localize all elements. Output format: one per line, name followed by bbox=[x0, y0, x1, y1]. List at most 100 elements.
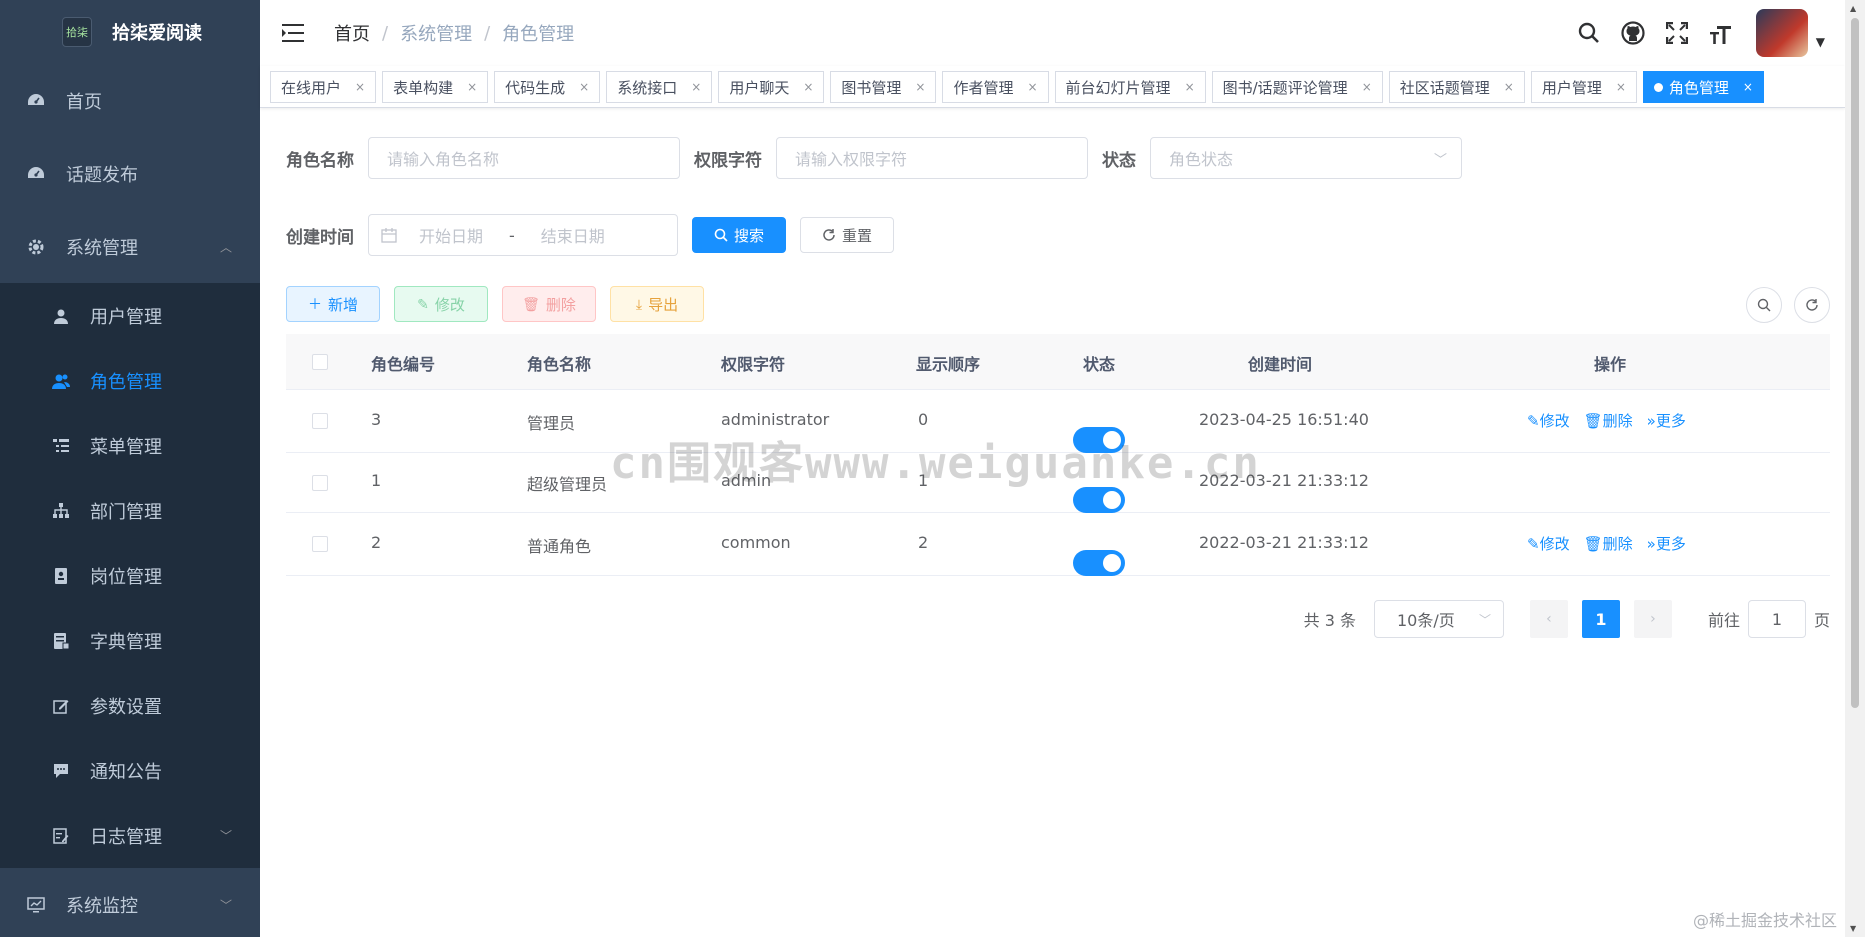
sidebar-item-menu-management[interactable]: 菜单管理 bbox=[0, 413, 260, 478]
breadcrumb-home[interactable]: 首页 bbox=[334, 20, 370, 46]
caret-down-icon[interactable]: ▼ bbox=[1816, 35, 1825, 49]
scroll-down-icon[interactable]: ▼ bbox=[1850, 924, 1856, 933]
status-select[interactable]: 角色状态 ﹀ bbox=[1150, 137, 1462, 179]
status-switch[interactable] bbox=[1073, 427, 1125, 453]
tag-author-management[interactable]: 作者管理 × bbox=[942, 71, 1049, 103]
tag-form-build[interactable]: 表单构建 × bbox=[382, 71, 489, 103]
start-date-placeholder[interactable]: 开始日期 bbox=[419, 223, 483, 247]
column-header: 创建时间 bbox=[1248, 355, 1313, 374]
goto-page-input[interactable]: 1 bbox=[1747, 600, 1806, 638]
close-icon[interactable]: × bbox=[803, 80, 813, 94]
close-icon[interactable]: × bbox=[1185, 80, 1195, 94]
close-icon[interactable]: × bbox=[579, 80, 589, 94]
tag-book-management[interactable]: 图书管理 × bbox=[830, 71, 937, 103]
page-scrollbar[interactable]: ▲ ▼ bbox=[1845, 0, 1865, 937]
select-all-checkbox[interactable] bbox=[312, 354, 328, 370]
sidebar-item-role-management[interactable]: 角色管理 bbox=[0, 348, 260, 413]
close-icon[interactable]: × bbox=[691, 80, 701, 94]
close-icon[interactable]: × bbox=[915, 80, 925, 94]
tag-user-chat[interactable]: 用户聊天 × bbox=[718, 71, 825, 103]
row-delete-link[interactable]: 🗑删除 bbox=[1584, 535, 1633, 553]
tag-code-gen[interactable]: 代码生成 × bbox=[494, 71, 601, 103]
role-key-input[interactable]: 请输入权限字符 bbox=[776, 137, 1088, 179]
toggle-search-button[interactable] bbox=[1746, 287, 1782, 323]
github-icon[interactable] bbox=[1620, 20, 1646, 46]
search-icon[interactable] bbox=[1576, 20, 1602, 46]
search-button-label: 搜索 bbox=[733, 227, 764, 245]
close-icon[interactable]: × bbox=[1616, 80, 1626, 94]
row-checkbox[interactable] bbox=[312, 536, 328, 552]
row-checkbox[interactable] bbox=[312, 475, 328, 491]
prev-page-button[interactable]: ‹ bbox=[1529, 600, 1568, 638]
font-size-icon[interactable] bbox=[1708, 20, 1734, 46]
add-button[interactable]: ＋ 新增 bbox=[286, 286, 380, 322]
tag-system-api[interactable]: 系统接口 × bbox=[606, 71, 713, 103]
close-icon[interactable]: × bbox=[1743, 80, 1753, 94]
close-icon[interactable]: × bbox=[1027, 80, 1037, 94]
row-edit-link[interactable]: ✎修改 bbox=[1527, 412, 1570, 430]
page-number-current[interactable]: 1 bbox=[1581, 600, 1620, 638]
delete-button[interactable]: 🗑 删除 bbox=[502, 286, 596, 322]
role-key-label: 权限字符 bbox=[694, 150, 762, 171]
reset-button[interactable]: 重置 bbox=[800, 217, 894, 253]
tag-slideshow-management[interactable]: 前台幻灯片管理 × bbox=[1054, 71, 1206, 103]
tag-label: 前台幻灯片管理 bbox=[1065, 78, 1171, 97]
scrollbar-thumb[interactable] bbox=[1851, 18, 1859, 708]
role-name-input[interactable]: 请输入角色名称 bbox=[368, 137, 680, 179]
table-row[interactable]: 2 普通角色 common 2 2022-03-21 21:33:12 ✎修改 🗑… bbox=[286, 513, 1830, 576]
avatar[interactable] bbox=[1755, 9, 1808, 57]
hamburger-icon[interactable] bbox=[282, 24, 304, 42]
row-more-link[interactable]: »更多 bbox=[1647, 412, 1686, 430]
tag-comment-management[interactable]: 图书/话题评论管理 × bbox=[1211, 71, 1383, 103]
status-switch[interactable] bbox=[1073, 550, 1125, 576]
sidebar-item-log-management[interactable]: 日志管理 ﹀ bbox=[0, 803, 260, 868]
edit-button[interactable]: ✎ 修改 bbox=[394, 286, 488, 322]
fullscreen-icon[interactable] bbox=[1664, 20, 1690, 46]
end-date-placeholder[interactable]: 结束日期 bbox=[541, 223, 605, 247]
close-icon[interactable]: × bbox=[1362, 80, 1372, 94]
close-icon[interactable]: × bbox=[355, 80, 365, 94]
sidebar-item-post-management[interactable]: 岗位管理 bbox=[0, 543, 260, 608]
cell-sort: 1 bbox=[918, 471, 929, 490]
cell-role-key: common bbox=[721, 533, 791, 552]
sidebar-item-dept-management[interactable]: 部门管理 bbox=[0, 478, 260, 543]
row-checkbox[interactable] bbox=[312, 413, 328, 429]
sidebar-item-config[interactable]: 参数设置 bbox=[0, 673, 260, 738]
search-button[interactable]: 搜索 bbox=[692, 217, 786, 253]
export-button-label: 导出 bbox=[648, 296, 679, 314]
tree-icon bbox=[52, 502, 70, 520]
tag-online-users[interactable]: 在线用户 × bbox=[270, 71, 377, 103]
page-size-select[interactable]: 10条/页 ﹀ bbox=[1373, 600, 1504, 638]
tag-role-management[interactable]: 角色管理 × bbox=[1642, 71, 1764, 103]
status-switch[interactable] bbox=[1073, 486, 1125, 513]
next-page-button[interactable]: › bbox=[1633, 600, 1672, 638]
sidebar-item-monitor[interactable]: 系统监控 ﹀ bbox=[0, 868, 260, 937]
row-delete-link[interactable]: 🗑删除 bbox=[1584, 412, 1633, 430]
sidebar-item-dict-management[interactable]: 字典管理 bbox=[0, 608, 260, 673]
table-row[interactable]: 1 超级管理员 admin 1 2022-03-21 21:33:12 bbox=[286, 453, 1830, 513]
logo[interactable]: 拾柒 拾柒爱阅读 bbox=[0, 0, 260, 64]
tag-label: 表单构建 bbox=[393, 78, 454, 97]
sidebar-item-notice[interactable]: 通知公告 bbox=[0, 738, 260, 803]
row-edit-link[interactable]: ✎修改 bbox=[1527, 535, 1570, 553]
sidebar-item-system[interactable]: 系统管理 ︿ bbox=[0, 210, 260, 283]
close-icon[interactable]: × bbox=[1504, 80, 1514, 94]
sidebar-item-home[interactable]: 首页 bbox=[0, 64, 260, 137]
goto-label: 前往 bbox=[1707, 611, 1740, 630]
row-more-link[interactable]: »更多 bbox=[1647, 535, 1686, 553]
navbar: 首页 / 系统管理 / 角色管理 ▼ bbox=[260, 0, 1845, 66]
sidebar-item-topic-publish[interactable]: 话题发布 bbox=[0, 137, 260, 210]
scroll-up-icon[interactable]: ▲ bbox=[1850, 4, 1856, 13]
tag-user-management[interactable]: 用户管理 × bbox=[1530, 71, 1637, 103]
sidebar-item-user-management[interactable]: 用户管理 bbox=[0, 283, 260, 348]
close-icon[interactable]: × bbox=[467, 80, 477, 94]
breadcrumb-separator: / bbox=[484, 22, 491, 44]
cell-role-name: 超级管理员 bbox=[527, 475, 608, 494]
table-row[interactable]: 3 管理员 administrator 0 2023-04-25 16:51:4… bbox=[286, 390, 1830, 453]
tag-topic-management[interactable]: 社区话题管理 × bbox=[1388, 71, 1525, 103]
date-range-picker[interactable]: 开始日期 - 结束日期 bbox=[368, 214, 678, 256]
tags-list: 在线用户 × 表单构建 × 代码生成 × 系统接口 × 用户聊天 × 图书管理 × 作者管理… bbox=[270, 66, 1845, 107]
export-button[interactable]: ⤓ 导出 bbox=[610, 286, 704, 322]
tag-label: 用户管理 bbox=[1541, 78, 1602, 97]
refresh-table-button[interactable] bbox=[1794, 287, 1830, 323]
